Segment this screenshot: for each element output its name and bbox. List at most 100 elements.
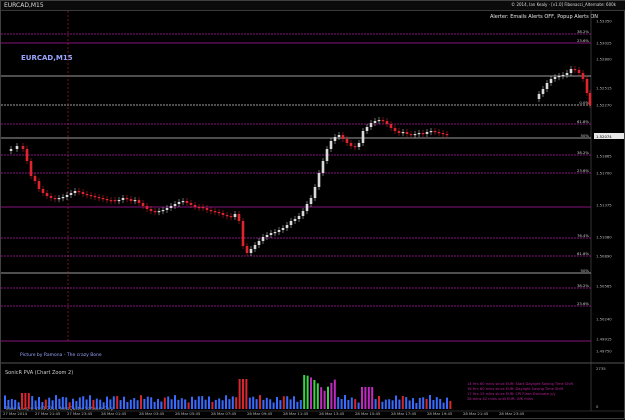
volume-bar (313, 379, 316, 409)
volume-bar (364, 387, 367, 409)
candle-body (9, 149, 13, 151)
volume-bar (41, 402, 44, 409)
volume-bar (361, 387, 363, 409)
current-price-label: 1.52074 (596, 134, 612, 139)
volume-bar (228, 399, 231, 409)
volume-bar (133, 398, 136, 409)
candle-body (429, 131, 433, 133)
volume-bar (204, 399, 207, 409)
candle-body (381, 120, 385, 122)
volume-bar (259, 395, 261, 409)
candle-body (385, 121, 389, 124)
candle-body (229, 216, 233, 218)
candle-body (165, 208, 169, 210)
price-axis-label: 1.53350 (596, 19, 612, 24)
volume-bar (214, 399, 217, 409)
volume-bar (231, 396, 234, 409)
candle-body (113, 200, 117, 202)
candle-body (129, 199, 133, 201)
candle-body (433, 131, 437, 133)
volume-bar (119, 400, 122, 409)
volume-bar (116, 396, 119, 409)
candle-body (185, 201, 189, 203)
candle-body (133, 200, 137, 202)
volume-bar (320, 387, 323, 409)
candle-body (15, 146, 19, 149)
time-axis-label: 28 Mar 03:45 (139, 411, 165, 416)
candle-body (321, 161, 325, 173)
volume-bar (129, 399, 132, 409)
fib-level-label: 50% (581, 268, 590, 273)
candle-body (85, 194, 89, 196)
fib-level-label: 38.2% (577, 283, 589, 288)
volume-bar (238, 379, 241, 409)
volume-bar (150, 397, 153, 409)
volume-bar (282, 396, 285, 409)
candle-body (373, 121, 377, 123)
volume-bar (279, 400, 282, 409)
volume-bar (296, 401, 299, 409)
volume-bar (235, 397, 238, 409)
price-axis-label: 1.52515 (596, 86, 612, 91)
candle-body (325, 149, 329, 161)
volume-bar (177, 399, 180, 409)
candle-body (197, 207, 201, 209)
volume-scale-bottom: 0 (596, 404, 599, 409)
volume-bar (299, 400, 302, 409)
candle-body (329, 141, 333, 149)
volume-bar (388, 399, 391, 409)
volume-bar (157, 398, 159, 409)
volume-bar (78, 397, 81, 409)
candle-body (153, 211, 157, 213)
volume-bar (439, 398, 442, 409)
terminal-window: EURCAD,M15 © 2014, Ian Kealy · [v1.0] Fi… (0, 0, 625, 419)
candle-body (253, 245, 257, 249)
volume-bar (4, 395, 6, 409)
volume-bar (340, 399, 343, 409)
volume-bar (109, 399, 112, 409)
candle-body (45, 193, 49, 196)
candle-body (577, 70, 581, 73)
candle-body (125, 198, 129, 200)
candle-body (261, 237, 265, 241)
candle-body (109, 200, 113, 202)
volume-bar (68, 402, 71, 409)
candle-body (101, 198, 105, 200)
price-chart[interactable]: 38.2% 23.6% 0.0% 61.8% 50% 38.2% 23.6% 76.4% 61.… (1, 1, 625, 420)
volume-bar (95, 398, 98, 409)
volume-bar (248, 397, 251, 409)
fib-level-label: 50% (581, 133, 590, 138)
volume-bar (242, 379, 244, 409)
price-axis-label: 1.50890 (596, 254, 612, 259)
candle-body (353, 146, 357, 148)
volume-bar (48, 397, 51, 409)
candle-body (205, 208, 209, 210)
time-axis-label: 28 Mar 09:45 (247, 411, 273, 416)
candle-body (149, 209, 153, 211)
candle-body (397, 131, 401, 133)
volume-bar (378, 396, 380, 409)
volume-bar (51, 400, 54, 409)
volume-bar (446, 397, 448, 409)
candle-body (393, 128, 397, 131)
volume-bar (265, 397, 268, 409)
volume-bar (102, 402, 105, 409)
volume-bar (44, 399, 47, 409)
candle-body (53, 198, 57, 200)
candle-body (265, 235, 269, 237)
volume-bar (381, 401, 384, 409)
time-axis-label: 28 Mar 01:45 (101, 411, 127, 416)
volume-bar (58, 398, 61, 409)
time-axis-label: 28 Mar 07:45 (211, 411, 237, 416)
candle-body (41, 189, 45, 193)
candle-body (233, 214, 237, 217)
price-axis-label: 1.52270 (596, 103, 612, 108)
volume-bar (218, 398, 221, 409)
candle-body (77, 191, 81, 193)
candle-body (365, 127, 369, 131)
candle-body (409, 134, 413, 136)
volume-bar (422, 397, 425, 409)
volume-bar (269, 399, 272, 409)
time-axis-label: 27 Mar 2014 (3, 411, 28, 416)
volume-bar (262, 399, 265, 409)
